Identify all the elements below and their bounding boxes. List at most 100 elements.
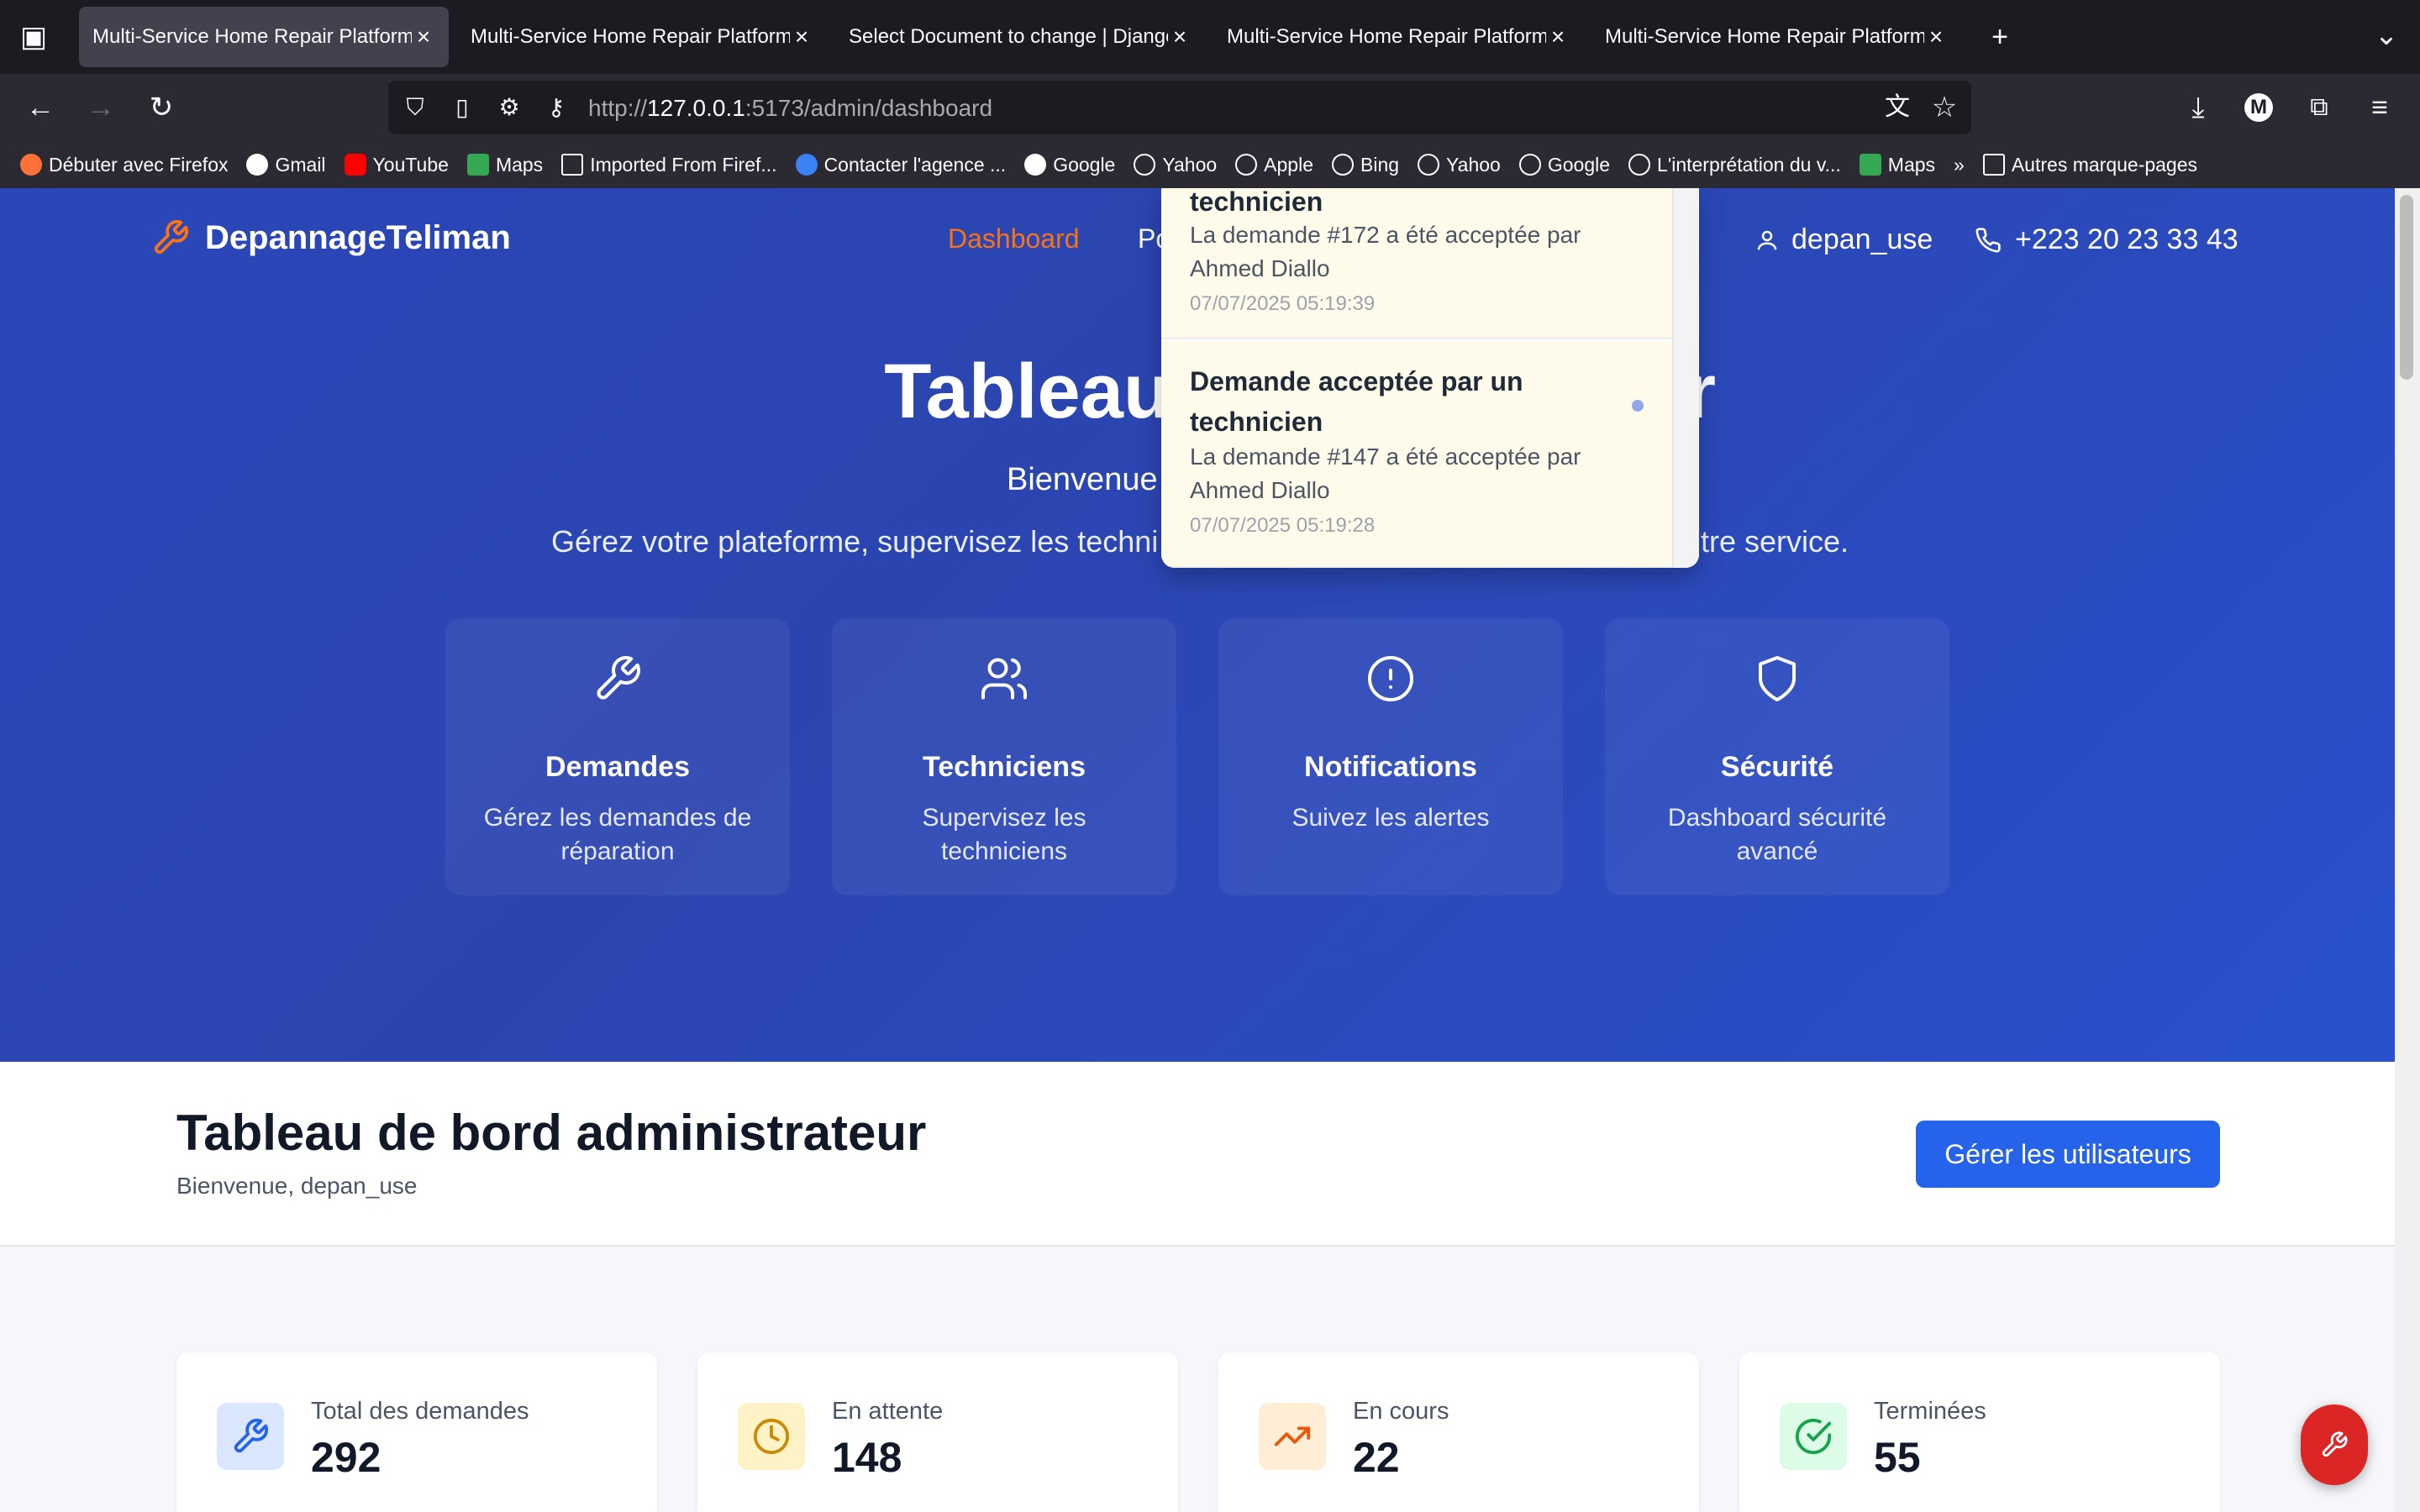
google-icon [1024, 154, 1047, 176]
manage-users-button[interactable]: Gérer les utilisateurs [1916, 1121, 2220, 1188]
translate-icon[interactable]: 文 [1877, 91, 1918, 124]
tab-5[interactable]: Multi-Service Home Repair Platform × [1591, 7, 1961, 67]
maps-icon [466, 154, 489, 176]
bookmark[interactable]: Apple [1235, 154, 1313, 176]
clock-icon [753, 1418, 790, 1455]
permissions-icon[interactable]: ⚙ [489, 91, 529, 124]
other-bookmarks[interactable]: Autres marque-pages [1982, 154, 2197, 176]
feature-title: Notifications [1304, 751, 1477, 783]
bookmark[interactable]: Débuter avec Firefox [20, 154, 228, 176]
google-icon [246, 154, 269, 176]
feature-description: Supervisez les techniciens [922, 804, 1086, 865]
feature-card-notifications[interactable]: Notifications Suivez les alertes [1218, 618, 1563, 895]
notification-item[interactable]: Demande acceptée par un technicien La de… [1161, 341, 1672, 568]
bookmark-label: Contacter l'agence ... [823, 153, 1007, 176]
notification-message: La demande #147 a été acceptée par Ahmed… [1190, 444, 1581, 503]
menu-icon[interactable]: ≡ [2360, 91, 2400, 124]
close-icon[interactable]: × [790, 24, 813, 50]
folder-icon [1982, 154, 2005, 176]
close-icon[interactable]: × [1546, 24, 1570, 50]
browser-window: ▣ Multi-Service Home Repair Platform × Mu… [0, 0, 2420, 1512]
page-icon[interactable]: ▯ [442, 91, 482, 124]
globe-icon [1628, 154, 1651, 176]
phone-icon [1975, 227, 2001, 253]
feature-card-securite[interactable]: Sécurité Dashboard sécurité avancé [1605, 618, 1949, 895]
stat-value: 148 [832, 1434, 902, 1481]
stat-icon-box [1780, 1403, 1847, 1470]
bookmark[interactable]: Yahoo [1134, 154, 1217, 176]
firefox-icon [20, 154, 42, 176]
bookmark-label: Yahoo [1162, 153, 1218, 176]
list-tabs-icon[interactable]: ⌄ [2366, 18, 2407, 52]
shield-icon[interactable]: ⛉ [395, 91, 435, 124]
forward-icon[interactable]: → [81, 91, 121, 124]
tab-4[interactable]: Multi-Service Home Repair Platform × [1213, 7, 1583, 67]
wrench-icon [2322, 1431, 2348, 1457]
nav-dashboard[interactable]: Dashboard [948, 223, 1080, 255]
tab-title: Multi-Service Home Repair Platform [471, 25, 790, 48]
extensions-icon[interactable]: ⧉ [2299, 91, 2339, 124]
tab-2[interactable]: Multi-Service Home Repair Platform × [457, 7, 827, 67]
download-icon[interactable]: ⤓ [2178, 91, 2218, 124]
bookmark[interactable]: L'interprétation du v... [1628, 154, 1841, 176]
account-icon[interactable]: M [2238, 91, 2279, 124]
bookmark-label: Imported From Firef... [590, 153, 777, 176]
bookmark-label: Apple [1264, 153, 1313, 176]
bookmark[interactable]: YouTube [344, 154, 449, 176]
floating-repair-button[interactable] [2301, 1404, 2368, 1485]
globe-icon [1518, 154, 1541, 176]
brand-name: DepannageTeliman [205, 218, 511, 256]
stat-icon-box [738, 1403, 805, 1470]
globe-icon [1418, 154, 1440, 176]
bookmark-label: Gmail [275, 153, 326, 176]
key-icon[interactable]: ⚷ [536, 91, 576, 124]
stat-card-in-progress: En cours 22 [1218, 1352, 1699, 1512]
stat-label: Terminées [1874, 1398, 1986, 1425]
tab-1[interactable]: Multi-Service Home Repair Platform × [79, 7, 449, 67]
tab-bar: ▣ Multi-Service Home Repair Platform × Mu… [0, 0, 2420, 74]
bookmark-label: Maps [1887, 153, 1936, 176]
new-tab-icon[interactable]: + [1980, 20, 2020, 54]
close-icon[interactable]: × [1924, 24, 1948, 50]
bookmark-folder[interactable]: Imported From Firef... [561, 153, 777, 176]
tab-3[interactable]: Select Document to change | Django × [835, 7, 1205, 67]
feature-title: Demandes [545, 751, 690, 783]
page-scrollbar[interactable] [2395, 188, 2420, 1512]
bookmark[interactable]: Bing [1332, 154, 1399, 176]
close-icon[interactable]: × [1168, 24, 1192, 50]
feature-card-demandes[interactable]: Demandes Gérez les demandes de réparatio… [445, 618, 790, 895]
bookmark[interactable]: Yahoo [1418, 154, 1501, 176]
page-scrollbar-thumb[interactable] [2400, 195, 2413, 380]
folder-icon [561, 154, 584, 176]
page-content: DepannageTeliman Dashboard Po depan_use … [0, 188, 2395, 1512]
chevrons-right-icon: » [1954, 153, 1965, 176]
bookmark[interactable]: Maps [1859, 153, 1936, 176]
close-icon[interactable]: × [412, 24, 435, 50]
reload-icon[interactable]: ↻ [141, 91, 182, 124]
globe-icon [1134, 154, 1156, 176]
bookmarks-overflow[interactable]: » [1954, 154, 1965, 176]
bookmark[interactable]: Google [1518, 154, 1610, 176]
back-icon[interactable]: ← [20, 91, 60, 124]
globe-icon [1332, 154, 1354, 176]
notification-item[interactable]: technicien La demande #172 a été accepté… [1161, 188, 1672, 339]
feature-description: Suivez les alertes [1292, 804, 1490, 832]
dropdown-scrollbar[interactable] [1672, 188, 1699, 568]
bookmark[interactable]: Contacter l'agence ... [795, 153, 1007, 176]
user-menu[interactable]: depan_use [1754, 223, 1933, 256]
unread-dot [1632, 400, 1644, 412]
tab-overview-icon[interactable]: ▣ [13, 20, 54, 54]
hero-welcome-text: Bienvenue [1007, 462, 1158, 497]
bookmark-label: Bing [1360, 153, 1400, 176]
users-icon [981, 658, 1028, 700]
phone-link[interactable]: +223 20 23 33 43 [1975, 223, 2238, 256]
bookmark[interactable]: Gmail [246, 153, 326, 176]
bookmark-label: L'interprétation du v... [1657, 153, 1841, 176]
brand-logo[interactable]: DepannageTeliman [151, 218, 511, 257]
feature-card-techniciens[interactable]: Techniciens Supervisez les techniciens [832, 618, 1176, 895]
star-icon[interactable]: ☆ [1924, 91, 1965, 124]
bookmark[interactable]: Google [1024, 154, 1115, 176]
bookmark[interactable]: Maps [466, 154, 543, 176]
url-text[interactable]: http://127.0.0.1:5173/admin/dashboard [588, 95, 992, 122]
stat-card-pending: En attente 148 [697, 1352, 1178, 1512]
